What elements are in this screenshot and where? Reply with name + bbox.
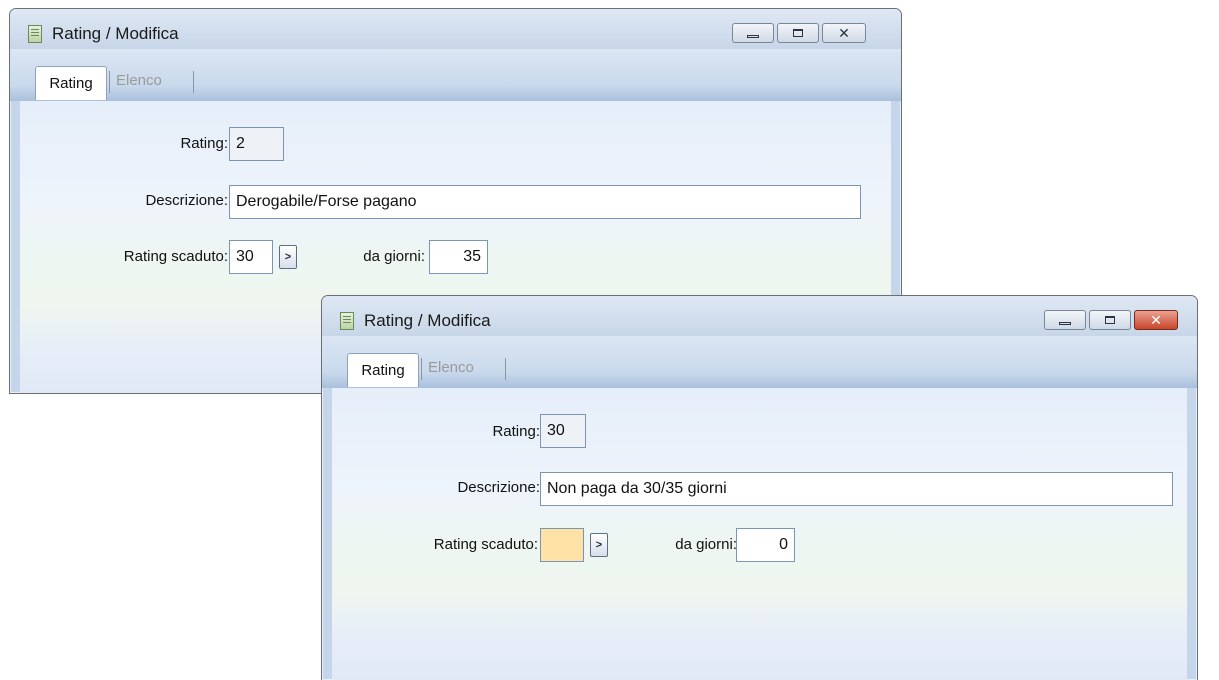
tab-divider	[109, 71, 110, 93]
title-bar[interactable]: Rating / Modifica ✕	[10, 9, 901, 49]
close-icon: ✕	[838, 25, 850, 41]
tab-rating[interactable]: Rating	[347, 353, 419, 387]
maximize-button[interactable]	[777, 23, 819, 43]
close-button[interactable]: ✕	[1134, 310, 1178, 330]
chevron-right-icon: >	[284, 251, 292, 263]
tab-divider	[193, 71, 194, 93]
close-button[interactable]: ✕	[822, 23, 866, 43]
descrizione-label: Descrizione:	[457, 479, 540, 496]
maximize-icon	[793, 29, 803, 37]
document-list-icon	[340, 312, 354, 330]
zoom-button[interactable]: >	[590, 533, 608, 557]
tab-divider	[505, 358, 506, 380]
tab-elenco[interactable]: Elenco	[428, 359, 474, 376]
close-icon: ✕	[1150, 312, 1162, 328]
minimize-icon	[1059, 321, 1071, 325]
rating-label: Rating:	[492, 423, 540, 440]
window-title: Rating / Modifica	[364, 311, 491, 330]
minimize-icon	[747, 34, 759, 38]
window-title: Rating / Modifica	[52, 24, 179, 43]
chevron-right-icon: >	[595, 539, 603, 551]
da-giorni-field[interactable]: 35	[429, 240, 488, 274]
zoom-button[interactable]: >	[279, 245, 297, 269]
descrizione-field[interactable]: Non paga da 30/35 giorni	[540, 472, 1173, 506]
maximize-button[interactable]	[1089, 310, 1131, 330]
rating-scaduto-field[interactable]: 30	[229, 240, 273, 274]
window-controls: ✕	[732, 23, 866, 45]
form-panel: Rating: 30 Descrizione: Non paga da 30/3…	[332, 388, 1187, 680]
da-giorni-field[interactable]: 0	[736, 528, 795, 562]
rating-field[interactable]: 2	[229, 127, 284, 161]
window-controls: ✕	[1044, 310, 1178, 332]
document-list-icon	[28, 25, 42, 43]
rating-scaduto-field[interactable]	[540, 528, 584, 562]
rating-scaduto-label: Rating scaduto:	[433, 536, 538, 553]
descrizione-field[interactable]: Derogabile/Forse pagano	[229, 185, 861, 219]
rating-field[interactable]: 30	[540, 414, 586, 448]
da-giorni-label: da giorni:	[363, 248, 425, 265]
tab-bar: Rating Elenco	[10, 49, 901, 101]
rating-window-front: Rating / Modifica ✕ Rating Elenco Rating…	[321, 295, 1198, 680]
rating-scaduto-label: Rating scaduto:	[123, 248, 228, 265]
tab-elenco[interactable]: Elenco	[116, 72, 162, 89]
maximize-icon	[1105, 316, 1115, 324]
minimize-button[interactable]	[1044, 310, 1086, 330]
title-bar[interactable]: Rating / Modifica ✕	[322, 296, 1197, 336]
minimize-button[interactable]	[732, 23, 774, 43]
tab-bar: Rating Elenco	[322, 336, 1197, 388]
rating-label: Rating:	[180, 135, 228, 152]
tab-divider	[421, 358, 422, 380]
tab-rating[interactable]: Rating	[35, 66, 107, 100]
da-giorni-label: da giorni:	[675, 536, 737, 553]
descrizione-label: Descrizione:	[145, 192, 228, 209]
